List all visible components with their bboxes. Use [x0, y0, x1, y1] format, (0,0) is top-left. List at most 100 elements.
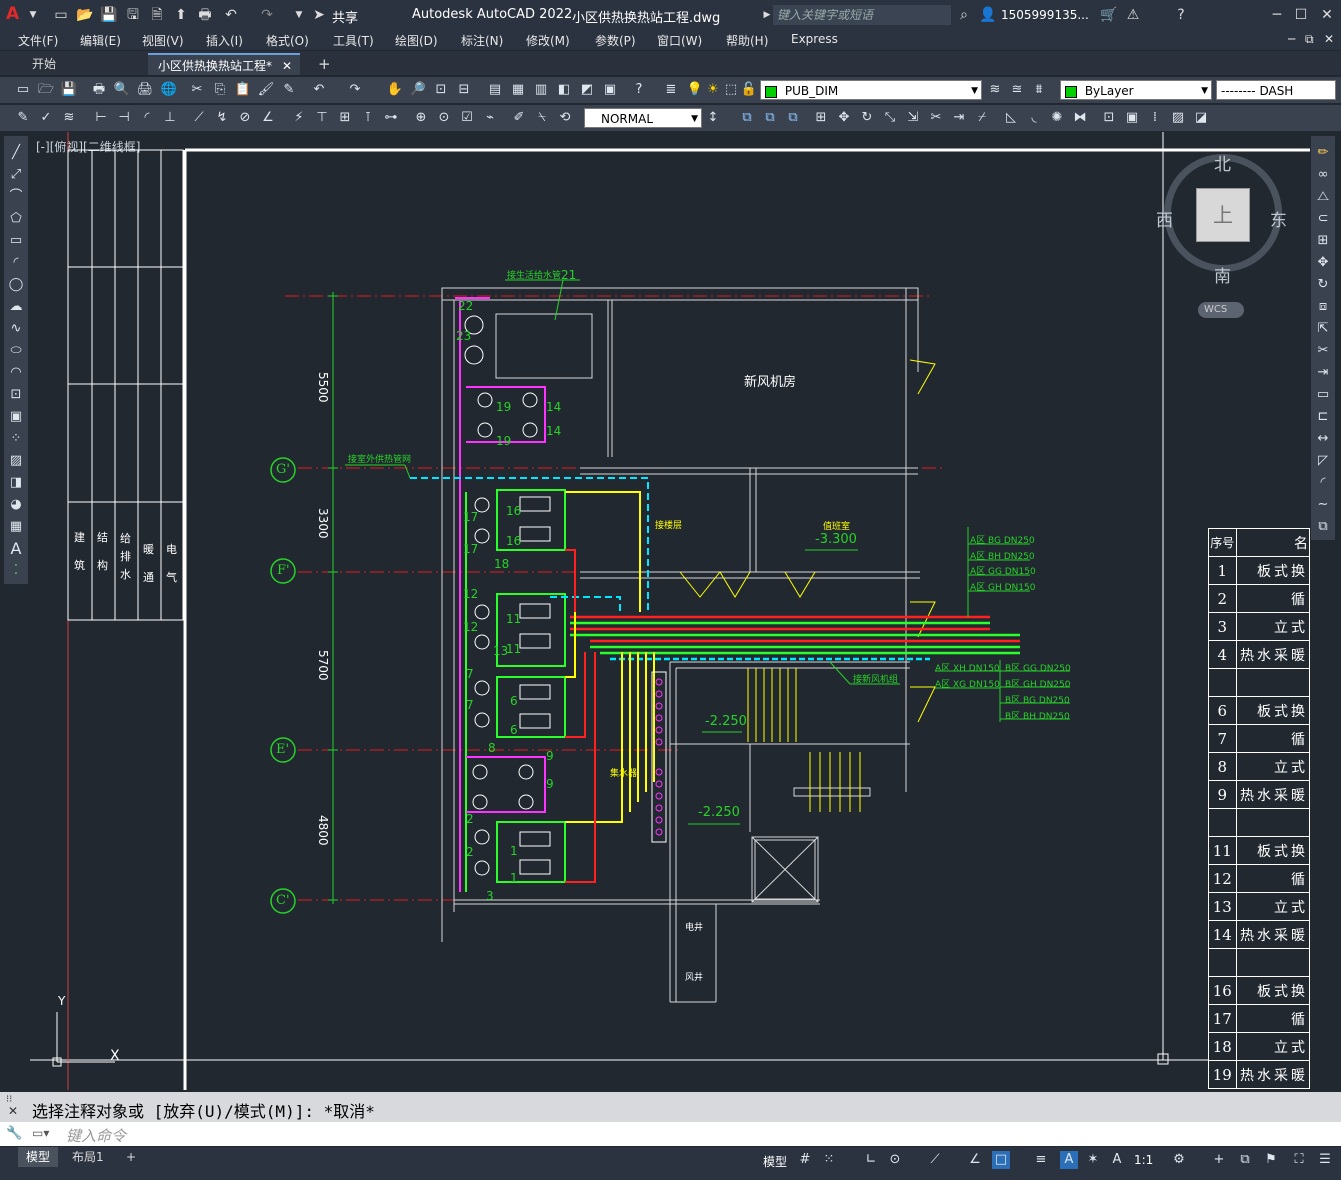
- polyline-icon[interactable]: ⌒: [7, 188, 25, 206]
- customize-icon[interactable]: ☰: [1316, 1151, 1334, 1169]
- stretch-icon[interactable]: ⇲: [904, 109, 922, 127]
- menu-window[interactable]: 窗口(W): [657, 32, 702, 49]
- command-prompt-icon[interactable]: ▭▾: [32, 1126, 49, 1140]
- user-icon[interactable]: 👤: [979, 6, 997, 24]
- dim-aligned-icon[interactable]: ⊣: [115, 109, 133, 127]
- dim-break-icon[interactable]: ⊶: [382, 109, 400, 127]
- gradient-icon[interactable]: ◨: [7, 474, 25, 492]
- break-icon[interactable]: ⌿: [973, 109, 991, 127]
- hardware-accel-icon[interactable]: ⚑: [1262, 1151, 1280, 1169]
- dim-angular-icon[interactable]: ∠: [259, 109, 277, 127]
- layout-tab-model[interactable]: 模型: [18, 1147, 59, 1167]
- trim-mod-icon[interactable]: ✂: [1314, 342, 1332, 360]
- chamfer-mod-icon[interactable]: ◸: [1314, 452, 1332, 470]
- properties-icon[interactable]: ▤: [486, 81, 504, 99]
- isolate-icon[interactable]: ⧉: [1236, 1151, 1254, 1169]
- autodesk-app-icon[interactable]: ⚠: [1124, 6, 1142, 24]
- mirror-mod-icon[interactable]: ⧍: [1314, 188, 1332, 206]
- layer-on-icon[interactable]: 💡: [686, 81, 704, 99]
- arc-icon[interactable]: ◜: [7, 254, 25, 272]
- region-draw-icon[interactable]: ◕: [7, 496, 25, 514]
- explode-icon[interactable]: ✺: [1048, 109, 1066, 127]
- line-icon[interactable]: ╱: [7, 144, 25, 162]
- cut-icon[interactable]: ✂: [188, 81, 206, 99]
- viewcube-south[interactable]: 南: [1214, 262, 1231, 287]
- layer-dropdown[interactable]: PUB_DIM ▼: [760, 80, 982, 100]
- chamfer-icon[interactable]: ◺: [1002, 109, 1020, 127]
- make-block-icon[interactable]: ▣: [1123, 109, 1141, 127]
- search-icon[interactable]: ⌕: [955, 6, 973, 24]
- menu-modify[interactable]: 修改(M): [526, 32, 570, 49]
- zoom-window-icon[interactable]: ⊡: [432, 81, 450, 99]
- trim-icon[interactable]: ✂: [927, 109, 945, 127]
- tab-document[interactable]: 小区供热换热站工程* ✕: [148, 53, 300, 75]
- lineweight-icon[interactable]: ≡: [1032, 1151, 1050, 1169]
- save-tb-icon[interactable]: 💾: [60, 81, 78, 99]
- tab-start[interactable]: 开始: [22, 53, 148, 75]
- app-menu-arrow-icon[interactable]: ▼: [24, 6, 42, 24]
- calculator-icon[interactable]: ▣: [601, 81, 619, 99]
- center-mark-icon[interactable]: ⊙: [435, 109, 453, 127]
- sheetset-icon[interactable]: ◧: [555, 81, 573, 99]
- dim-arc-icon[interactable]: ◜: [138, 109, 156, 127]
- mirror-icon[interactable]: ⧉: [761, 109, 779, 127]
- open-web-icon[interactable]: 🗎: [148, 6, 166, 24]
- new-file-icon[interactable]: ▭: [52, 6, 70, 24]
- undo-icon[interactable]: ↶: [222, 6, 240, 24]
- save-web-icon[interactable]: ⬆: [172, 6, 190, 24]
- scale-mod-icon[interactable]: ⧈: [1314, 298, 1332, 316]
- dim-radius-icon[interactable]: ⟋: [190, 109, 208, 127]
- layer-walk-icon[interactable]: ≋: [60, 109, 78, 127]
- block-editor-icon[interactable]: ✎: [280, 81, 298, 99]
- new-icon[interactable]: ▭: [14, 81, 32, 99]
- command-input[interactable]: 键入命令: [66, 1125, 126, 1146]
- dim-continue-icon[interactable]: ⊞: [336, 109, 354, 127]
- redo-tb-icon[interactable]: ↷: [346, 81, 364, 99]
- copy-mod-icon[interactable]: ∞: [1314, 166, 1332, 184]
- add-selected-icon[interactable]: ⁚: [7, 562, 25, 580]
- dim-diameter-icon[interactable]: ⊘: [236, 109, 254, 127]
- rectangle-icon[interactable]: ▭: [7, 232, 25, 250]
- menu-express[interactable]: Express: [791, 32, 838, 46]
- layer-manager-icon[interactable]: ≣: [662, 81, 680, 99]
- menu-edit[interactable]: 编辑(E): [80, 32, 121, 49]
- viewcube-east[interactable]: 东: [1270, 206, 1287, 231]
- ellipse-arc-icon[interactable]: ◠: [7, 364, 25, 382]
- dim-linear-icon[interactable]: ⊢: [92, 109, 110, 127]
- wcs-button[interactable]: WCS: [1198, 302, 1244, 318]
- break-mod-icon[interactable]: ⊏: [1314, 408, 1332, 426]
- point-icon[interactable]: ⁞: [1146, 109, 1164, 127]
- offset-icon[interactable]: ⧉: [784, 109, 802, 127]
- save-as-icon[interactable]: 🖫: [124, 6, 142, 24]
- menu-format[interactable]: 格式(O): [266, 32, 309, 49]
- stretch-mod-icon[interactable]: ⇱: [1314, 320, 1332, 338]
- ortho-icon[interactable]: ∟: [862, 1151, 880, 1169]
- matchprop-icon[interactable]: 🖌: [257, 81, 275, 99]
- layer-state-icon[interactable]: ⩩: [1030, 81, 1048, 99]
- viewcube-face-top[interactable]: 上: [1196, 188, 1250, 242]
- autocad-logo[interactable]: A: [6, 4, 19, 24]
- markup-icon[interactable]: ◩: [578, 81, 596, 99]
- user-name[interactable]: 1505999135...: [1001, 8, 1089, 22]
- undo-tb-icon[interactable]: ↶: [310, 81, 328, 99]
- blend-icon[interactable]: ∼: [1314, 496, 1332, 514]
- revcloud-icon[interactable]: ☁: [7, 298, 25, 316]
- join-icon[interactable]: ⧓: [1071, 109, 1089, 127]
- close-icon[interactable]: ✕: [1318, 6, 1336, 24]
- layout-tab-1[interactable]: 布局1: [64, 1147, 112, 1167]
- publish-icon[interactable]: 🖨: [136, 81, 154, 99]
- hatch-icon[interactable]: ▨: [1169, 109, 1187, 127]
- explode-mod-icon[interactable]: ⧉: [1314, 518, 1332, 536]
- copy-obj-icon[interactable]: ⧉: [738, 109, 756, 127]
- jogged-linear-icon[interactable]: ⌁: [481, 109, 499, 127]
- doc-close-icon[interactable]: ✕: [1324, 32, 1334, 46]
- menu-view[interactable]: 视图(V): [142, 32, 184, 49]
- offset-mod-icon[interactable]: ⊂: [1314, 210, 1332, 228]
- open-icon[interactable]: 🗁: [37, 81, 55, 99]
- text-style-dropdown[interactable]: NORMAL ▼: [584, 108, 702, 128]
- viewcube-west[interactable]: 西: [1156, 206, 1173, 231]
- rotate-mod-icon[interactable]: ↻: [1314, 276, 1332, 294]
- region-icon[interactable]: ◪: [1192, 109, 1210, 127]
- move-icon[interactable]: ✥: [835, 109, 853, 127]
- fillet-mod-icon[interactable]: ◜: [1314, 474, 1332, 492]
